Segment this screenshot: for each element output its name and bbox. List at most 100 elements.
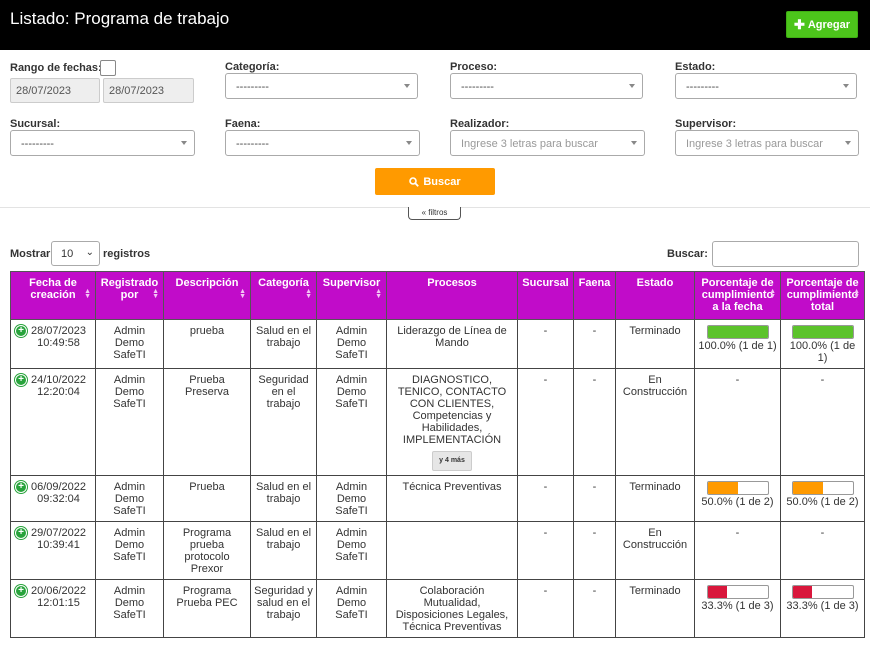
description: Programa prueba protocolo Prexor xyxy=(182,527,232,575)
progress-bar-fill xyxy=(792,482,823,494)
proceso-value: --------- xyxy=(461,81,494,93)
expand-row-icon[interactable]: + xyxy=(15,374,27,386)
cell-faena: - xyxy=(573,319,616,369)
chevron-down-icon xyxy=(629,84,635,88)
categoria-select[interactable]: --------- xyxy=(225,73,418,99)
cell-categoria: Seguridad y salud en el trabajo xyxy=(250,579,317,638)
progress-bar xyxy=(791,325,854,339)
cell-pct-total: - xyxy=(780,368,865,476)
creation-time: 09:32:04 xyxy=(37,493,80,505)
col-descripcion-header[interactable]: Descripción ▲ ▼ xyxy=(163,271,251,320)
table-row[interactable]: +28/07/2023 10:49:58 Admin Demo SafeTI prue… xyxy=(10,319,865,369)
date-range-checkbox[interactable] xyxy=(100,60,116,76)
cell-faena: - xyxy=(573,368,616,476)
table-row[interactable]: +06/09/2022 09:32:04 Admin Demo SafeTI Prue… xyxy=(10,475,865,522)
sucursal-value: --------- xyxy=(21,138,54,150)
expand-row-icon[interactable]: + xyxy=(15,481,27,493)
cell-estado: En Construcción xyxy=(615,368,695,476)
branch: - xyxy=(543,585,548,597)
estado-select[interactable]: --------- xyxy=(675,73,857,99)
cell-pct-total: 33.3% (1 de 3) xyxy=(780,579,865,638)
col-categoria-header[interactable]: Categoría ▲ ▼ xyxy=(250,271,317,320)
realizador-select[interactable]: Ingrese 3 letras para buscar xyxy=(450,130,645,156)
programs-table: Fecha de creación ▲ ▼ Registrado por ▲ ▼ Descr… xyxy=(10,271,865,638)
show-label: Mostrar xyxy=(10,248,51,260)
status: Terminado xyxy=(629,481,681,493)
progress-bar-fill xyxy=(792,586,813,598)
cell-registrado-por: Admin Demo SafeTI xyxy=(95,579,164,638)
cell-fecha-creacion: +29/07/2022 10:39:41 xyxy=(10,521,96,580)
status: En Construcción xyxy=(622,374,688,398)
cell-pct-fecha: - xyxy=(694,521,781,580)
supervisor: Admin Demo SafeTI xyxy=(335,585,368,621)
chevron-down-icon xyxy=(404,84,410,88)
add-button[interactable]: ✚ Agregar xyxy=(786,11,858,38)
status: Terminado xyxy=(629,325,681,337)
progress-bar xyxy=(706,325,769,339)
chevron-down-icon xyxy=(843,84,849,88)
estado-value: --------- xyxy=(686,81,719,93)
cell-procesos xyxy=(386,521,518,580)
col-fecha-creacion-header[interactable]: Fecha de creación ▲ ▼ xyxy=(10,271,96,320)
col-procesos-header: Procesos xyxy=(386,271,518,320)
column-header-label: Estado xyxy=(636,277,674,289)
cell-fecha-creacion: +20/06/2022 12:01:15 xyxy=(10,579,96,638)
category: Seguridad y salud en el trabajo xyxy=(254,585,313,621)
cell-procesos: Técnica Preventivas xyxy=(386,475,518,522)
records-label: registros xyxy=(103,248,151,260)
sort-icon: ▲ ▼ xyxy=(152,288,159,300)
page-length-select[interactable]: 10 ⌄ xyxy=(51,241,100,266)
registered-by: Admin Demo SafeTI xyxy=(113,325,146,361)
cell-descripcion: Prueba xyxy=(163,475,251,522)
processes: Colaboración Mutualidad, Disposiciones L… xyxy=(395,585,509,633)
cell-estado: En Construcción xyxy=(615,521,695,580)
progress-text: - xyxy=(820,374,825,386)
cell-registrado-por: Admin Demo SafeTI xyxy=(95,319,164,369)
site: - xyxy=(592,585,597,597)
column-header-label: Descripción xyxy=(175,277,239,289)
faena-value: --------- xyxy=(236,138,269,150)
faena-select[interactable]: --------- xyxy=(225,130,420,156)
cell-procesos: Colaboración Mutualidad, Disposiciones L… xyxy=(386,579,518,638)
table-row[interactable]: +29/07/2022 10:39:41 Admin Demo SafeTI Prog… xyxy=(10,521,865,580)
creation-date: 28/07/2023 xyxy=(30,325,87,337)
supervisor: Admin Demo SafeTI xyxy=(335,325,368,361)
expand-row-icon[interactable]: + xyxy=(15,325,27,337)
cell-categoria: Salud en el trabajo xyxy=(250,521,317,580)
sort-icon: ▲ ▼ xyxy=(239,288,246,300)
col-supervisor-header[interactable]: Supervisor ▲ ▼ xyxy=(316,271,387,320)
creation-date: 06/09/2022 xyxy=(30,481,87,493)
table-row[interactable]: +20/06/2022 12:01:15 Admin Demo SafeTI Prog… xyxy=(10,579,865,638)
cell-pct-total: 50.0% (1 de 2) xyxy=(780,475,865,522)
expand-row-icon[interactable]: + xyxy=(15,527,27,539)
cell-estado: Terminado xyxy=(615,319,695,369)
table-search-input[interactable] xyxy=(712,241,859,267)
sort-icon: ▲ ▼ xyxy=(84,288,91,300)
col-pct-fecha-header[interactable]: Porcentaje de cumplimiento a la fecha ▲ ▼ xyxy=(694,271,781,320)
date-to-input[interactable]: 28/07/2023 xyxy=(103,78,194,103)
cell-registrado-por: Admin Demo SafeTI xyxy=(95,475,164,522)
col-pct-total-header[interactable]: Porcentaje de cumplimiento total ▲ ▼ xyxy=(780,271,865,320)
col-registrado-por-header[interactable]: Registrado por ▲ ▼ xyxy=(95,271,164,320)
column-header-label: Porcentaje de cumplimiento total xyxy=(786,277,859,313)
column-header-label: Faena xyxy=(578,277,611,289)
col-faena-header: Faena xyxy=(573,271,616,320)
category: Salud en el trabajo xyxy=(255,325,312,349)
date-from-input[interactable]: 28/07/2023 xyxy=(10,78,100,103)
creation-date: 24/10/2022 xyxy=(30,374,87,386)
supervisor-select[interactable]: Ingrese 3 letras para buscar xyxy=(675,130,859,156)
search-button[interactable]: Buscar xyxy=(375,168,495,195)
table-row[interactable]: +24/10/2022 12:20:04 Admin Demo SafeTI Prue… xyxy=(10,368,865,476)
filters-toggle[interactable]: « filtros xyxy=(408,207,461,220)
expand-row-icon[interactable]: + xyxy=(15,585,27,597)
progress-bar-fill xyxy=(707,586,728,598)
proceso-select[interactable]: --------- xyxy=(450,73,643,99)
categoria-value: --------- xyxy=(236,81,269,93)
cell-fecha-creacion: +24/10/2022 12:20:04 xyxy=(10,368,96,476)
progress-text: - xyxy=(735,527,740,539)
more-processes-button[interactable]: y 4 más xyxy=(432,451,472,471)
cell-registrado-por: Admin Demo SafeTI xyxy=(95,368,164,476)
cell-pct-fecha: 33.3% (1 de 3) xyxy=(694,579,781,638)
sucursal-select[interactable]: --------- xyxy=(10,130,195,156)
processes: Liderazgo de Línea de Mando xyxy=(397,325,507,349)
